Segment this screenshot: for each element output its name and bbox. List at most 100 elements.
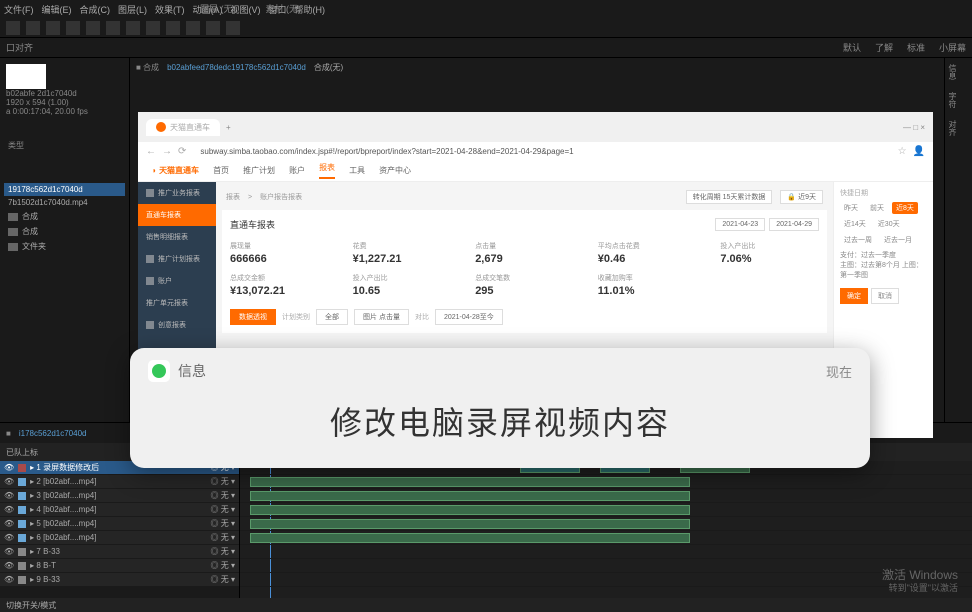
quick-date[interactable]: 昨天: [840, 202, 862, 214]
sidebar-item[interactable]: 创意报表: [138, 314, 216, 336]
quick-date[interactable]: 过去一周: [840, 234, 876, 246]
dock-tab[interactable]: 对齐: [945, 114, 960, 142]
clip[interactable]: [250, 477, 690, 487]
layer-row[interactable]: 👁▸ 3 [b02abf....mp4]◎ 无 ▾: [0, 489, 239, 503]
selection-tool-icon[interactable]: [6, 21, 20, 35]
col-header: 类型: [4, 138, 125, 153]
material-label: 素材 (无): [266, 2, 302, 15]
dock-tab[interactable]: 字符: [945, 86, 960, 114]
reload-icon[interactable]: ⟳: [178, 146, 186, 157]
hand-tool-icon[interactable]: [26, 21, 40, 35]
text-tool-icon[interactable]: [126, 21, 140, 35]
filter-select[interactable]: 全部: [316, 309, 348, 325]
pen-tool-icon[interactable]: [106, 21, 120, 35]
metric-value: 10.65: [353, 285, 452, 297]
clip[interactable]: [250, 533, 690, 543]
range-dropdown[interactable]: 🔒 近9天: [780, 190, 823, 204]
doc-icon: [146, 277, 154, 285]
workspace-tab[interactable]: 默认: [843, 41, 861, 54]
puppet-tool-icon[interactable]: [226, 21, 240, 35]
sidebar-item[interactable]: 推广单元报表: [138, 292, 216, 314]
menu-item[interactable]: 图层(L): [118, 3, 147, 16]
notification-toast[interactable]: 信息 现在 修改电脑录屏视频内容: [130, 348, 870, 468]
date-start[interactable]: 2021-04-23: [715, 218, 765, 231]
clip[interactable]: [250, 519, 690, 529]
layer-row[interactable]: 👁▸ 2 [b02abf....mp4]◎ 无 ▾: [0, 475, 239, 489]
nav-item[interactable]: 推广计划: [243, 165, 275, 176]
star-icon[interactable]: ☆: [898, 146, 907, 157]
viewer-tab[interactable]: b02abfeed78dedc19178c562d1c7040d: [167, 63, 306, 72]
workspace-tab[interactable]: 了解: [875, 41, 893, 54]
project-item[interactable]: 7b1502d1c7040d.mp4: [4, 196, 125, 209]
footer-toggle[interactable]: 切换开关/模式: [6, 600, 56, 611]
menu-item[interactable]: 效果(T): [155, 3, 185, 16]
sidebar-item[interactable]: 推广计划报表: [138, 248, 216, 270]
favicon-icon: [156, 122, 166, 132]
project-item[interactable]: 合成: [4, 224, 125, 239]
browser-tab[interactable]: 天猫直通车: [146, 119, 220, 136]
quick-date[interactable]: 前天: [866, 202, 888, 214]
quick-date[interactable]: 近8天: [892, 202, 918, 214]
quick-date[interactable]: 近14天: [840, 218, 870, 230]
nav-item[interactable]: 工具: [349, 165, 365, 176]
project-item[interactable]: 文件夹: [4, 239, 125, 254]
rotate-tool-icon[interactable]: [66, 21, 80, 35]
workspace-tab[interactable]: 小屏幕: [939, 41, 966, 54]
confirm-button[interactable]: 确定: [840, 288, 868, 304]
menu-item[interactable]: 合成(C): [80, 3, 111, 16]
menu-item[interactable]: 文件(F): [4, 3, 34, 16]
layer-row[interactable]: 👁▸ 9 B-33◎ 无 ▾: [0, 573, 239, 587]
quick-date[interactable]: 近30天: [874, 218, 904, 230]
workspace-tab[interactable]: 标准: [907, 41, 925, 54]
notification-app-name: 信息: [178, 361, 206, 381]
layer-row[interactable]: 👁▸ 4 [b02abf....mp4]◎ 无 ▾: [0, 503, 239, 517]
sidebar-item[interactable]: 账户: [138, 270, 216, 292]
layer-color-icon: [18, 478, 26, 486]
filter-select[interactable]: 图片 点击量: [354, 309, 409, 325]
comp-duration: a 0:00:17:04, 20.00 fps: [6, 107, 88, 116]
nav-item[interactable]: 资产中心: [379, 165, 411, 176]
layer-row[interactable]: 👁▸ 5 [b02abf....mp4]◎ 无 ▾: [0, 517, 239, 531]
layer-row[interactable]: 👁▸ 8 B-T◎ 无 ▾: [0, 559, 239, 573]
layer-row[interactable]: 👁▸ 7 B-33◎ 无 ▾: [0, 545, 239, 559]
layer-row[interactable]: 👁▸ 6 [b02abf....mp4]◎ 无 ▾: [0, 531, 239, 545]
forward-icon[interactable]: →: [162, 146, 172, 157]
cancel-button[interactable]: 取消: [871, 288, 899, 304]
timecode[interactable]: 已队上标: [6, 447, 38, 458]
messages-app-icon: [148, 360, 170, 382]
shape-tool-icon[interactable]: [86, 21, 100, 35]
roto-tool-icon[interactable]: [206, 21, 220, 35]
project-item[interactable]: 合成: [4, 209, 125, 224]
sidebar-item[interactable]: 销售明细报表: [138, 226, 216, 248]
nav-item[interactable]: 账户: [289, 165, 305, 176]
zoom-tool-icon[interactable]: [46, 21, 60, 35]
folder-icon: [8, 228, 18, 236]
dock-tab[interactable]: 信息: [945, 58, 960, 86]
nav-item[interactable]: 首页: [213, 165, 229, 176]
viewer-tab[interactable]: 合成(无): [314, 62, 343, 73]
url-bar[interactable]: subway.simba.taobao.com/index.jsp#!/repo…: [192, 145, 891, 158]
user-icon[interactable]: 👤: [913, 146, 925, 157]
period-dropdown[interactable]: 转化周期 15天累计数据: [686, 190, 773, 204]
layer-color-icon: [18, 534, 26, 542]
menu-item[interactable]: 编辑(E): [42, 3, 72, 16]
timeline-tab[interactable]: i178c562d1c7040d: [19, 429, 87, 438]
stamp-tool-icon[interactable]: [166, 21, 180, 35]
nav-item[interactable]: 报表: [319, 162, 335, 179]
tool-bar: [0, 18, 972, 38]
clip[interactable]: [250, 505, 690, 515]
sidebar-item[interactable]: 推广业务报表: [138, 182, 216, 204]
date-end[interactable]: 2021-04-29: [769, 218, 819, 231]
clip[interactable]: [250, 491, 690, 501]
sidebar-item[interactable]: 直通车报表: [138, 204, 216, 226]
layer-color-icon: [18, 562, 26, 570]
pivot-button[interactable]: 数据透视: [230, 309, 276, 325]
brush-tool-icon[interactable]: [146, 21, 160, 35]
quick-date[interactable]: 近去一月: [880, 234, 916, 246]
site-header: ◗ 天猫直通车 首页 推广计划 账户 报表 工具 资产中心: [138, 160, 933, 182]
eraser-tool-icon[interactable]: [186, 21, 200, 35]
back-icon[interactable]: ←: [146, 146, 156, 157]
side-note: 支付：过去一季度: [840, 250, 927, 260]
filter-date[interactable]: 2021-04-28至今: [435, 309, 503, 325]
project-item[interactable]: 19178c562d1c7040d: [4, 183, 125, 196]
